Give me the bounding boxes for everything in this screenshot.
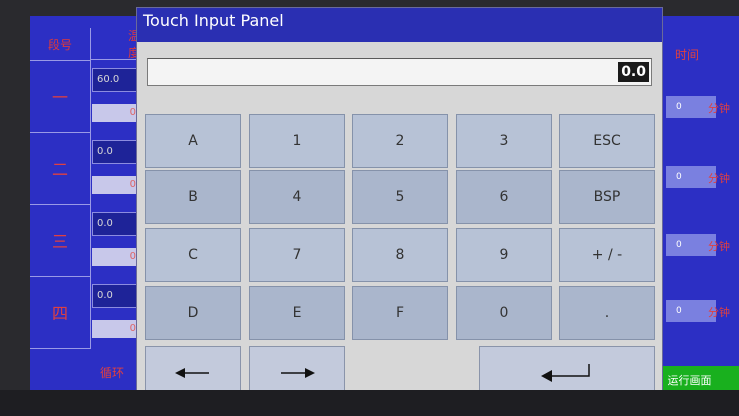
key-4[interactable]: 4: [249, 170, 345, 224]
enter-icon: [541, 364, 590, 382]
value-field-4b[interactable]: 0: [92, 320, 138, 338]
row-label-2: 二: [30, 132, 91, 205]
key-dot[interactable]: .: [559, 286, 655, 340]
key-7[interactable]: 7: [249, 228, 345, 282]
key-6[interactable]: 6: [456, 170, 552, 224]
loop-label: 循环: [100, 366, 125, 380]
right-arrow-icon: [281, 368, 315, 378]
key-f[interactable]: F: [352, 286, 448, 340]
left-arrow-icon: [175, 368, 209, 378]
key-b[interactable]: B: [145, 170, 241, 224]
key-bsp[interactable]: BSP: [559, 170, 655, 224]
row-label-3: 三: [30, 204, 91, 277]
value-field-1b[interactable]: 0: [92, 104, 138, 122]
key-5[interactable]: 5: [352, 170, 448, 224]
unit-label-4: 分钟: [708, 306, 730, 319]
row-label-4: 四: [30, 276, 91, 349]
input-display[interactable]: 0.0: [147, 58, 652, 86]
key-e[interactable]: E: [249, 286, 345, 340]
key-8[interactable]: 8: [352, 228, 448, 282]
key-3[interactable]: 3: [456, 114, 552, 168]
value-field-4[interactable]: 0.0: [92, 284, 142, 308]
header-time: 时间: [675, 48, 700, 62]
display-value: 0.0: [618, 62, 649, 82]
key-esc[interactable]: ESC: [559, 114, 655, 168]
unit-label-1: 分钟: [708, 102, 730, 115]
header-temp: 温度: [90, 28, 140, 60]
key-a[interactable]: A: [145, 114, 241, 168]
touch-input-panel: Touch Input Panel 0.0 A 1 2 3 ESC B 4 5 …: [137, 8, 662, 402]
header-segment-label: 段号: [47, 37, 72, 52]
key-1[interactable]: 1: [249, 114, 345, 168]
unit-label-2: 分钟: [708, 172, 730, 185]
key-plus-minus[interactable]: + / -: [559, 228, 655, 282]
key-2[interactable]: 2: [352, 114, 448, 168]
row-label-1: 一: [30, 60, 91, 133]
value-field-2b[interactable]: 0: [92, 176, 138, 194]
key-0[interactable]: 0: [456, 286, 552, 340]
value-field-3[interactable]: 0.0: [92, 212, 142, 236]
key-d[interactable]: D: [145, 286, 241, 340]
value-field-2[interactable]: 0.0: [92, 140, 142, 164]
key-9[interactable]: 9: [456, 228, 552, 282]
monitor-bezel: [0, 390, 739, 416]
value-field-1[interactable]: 60.0: [92, 68, 142, 92]
value-field-3b[interactable]: 0: [92, 248, 138, 266]
header-segment: 段号: [30, 28, 91, 61]
unit-label-3: 分钟: [708, 240, 730, 253]
key-c[interactable]: C: [145, 228, 241, 282]
panel-title: Touch Input Panel: [137, 8, 662, 42]
